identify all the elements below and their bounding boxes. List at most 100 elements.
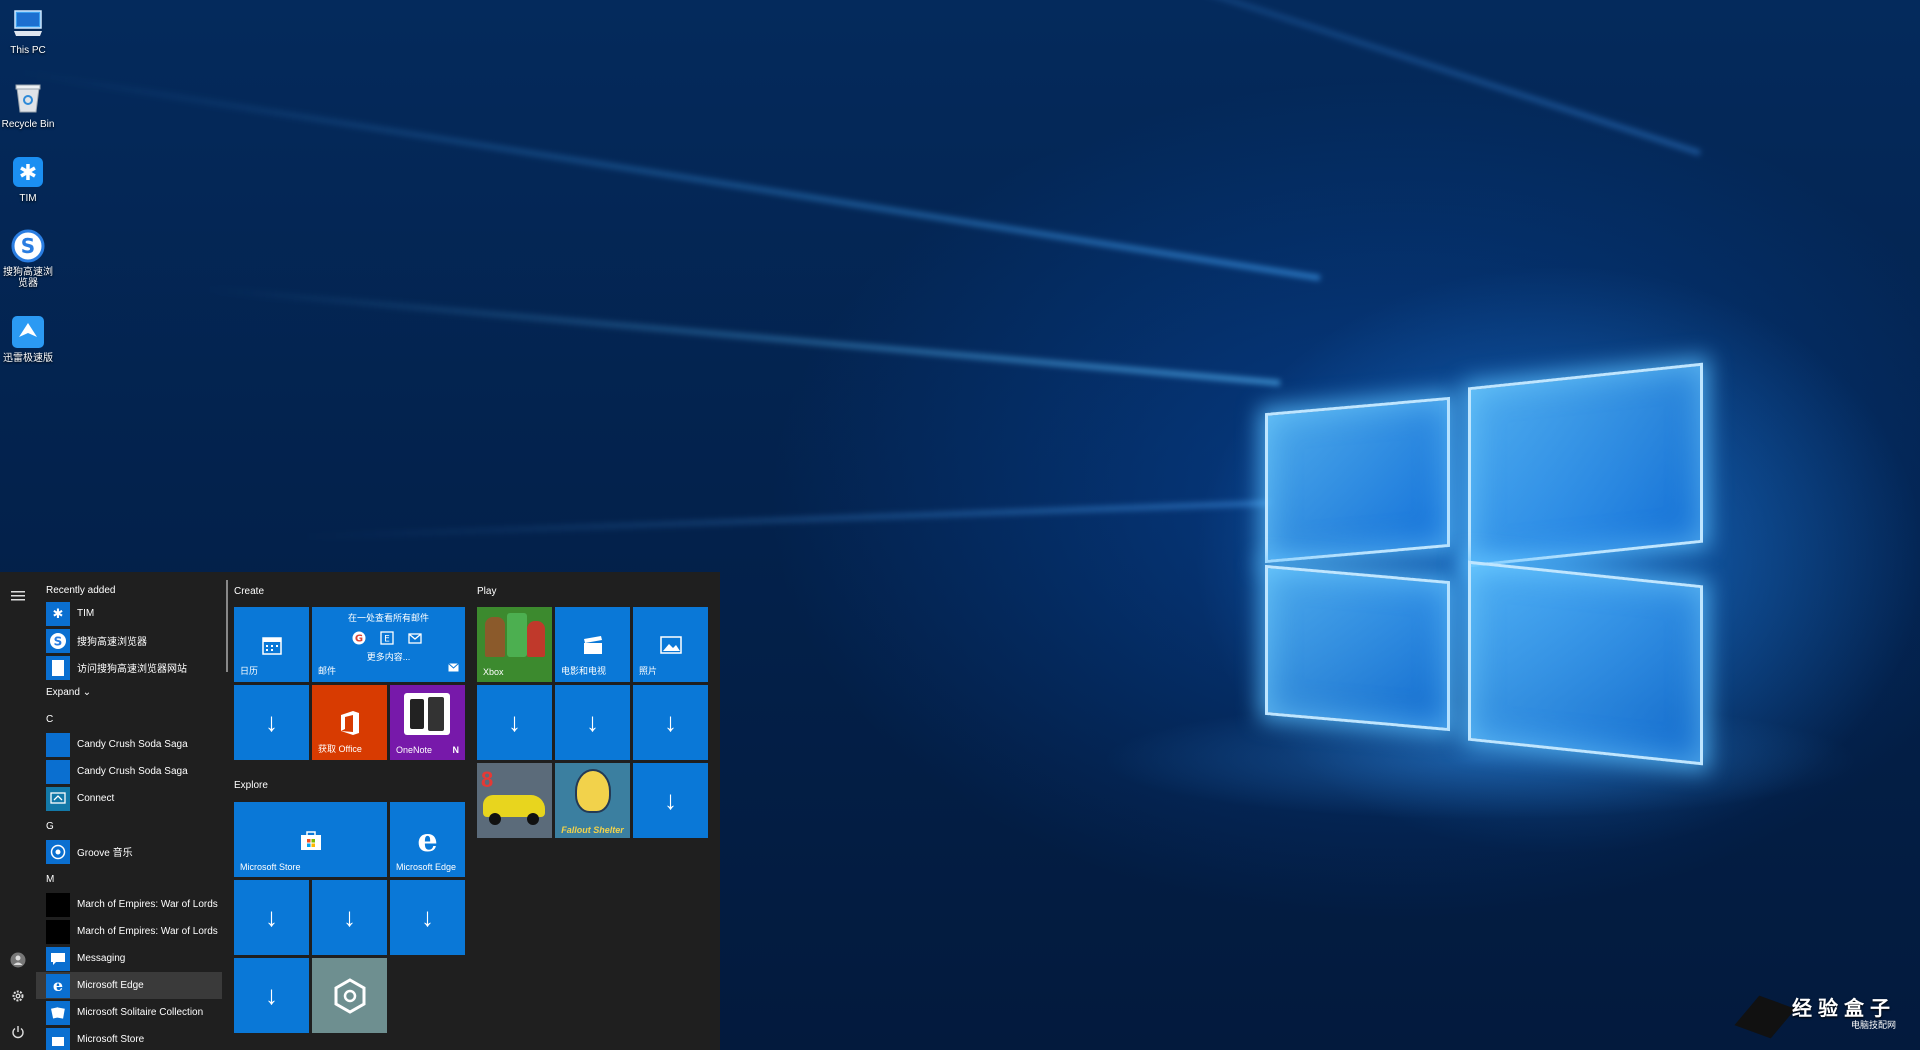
desktop-icon-this-pc[interactable]: This PC bbox=[0, 6, 56, 80]
tile-download-placeholder[interactable]: ↓ bbox=[312, 880, 387, 955]
tile-microsoft-edge[interactable]: e Microsoft Edge bbox=[390, 802, 465, 877]
download-arrow-icon: ↓ bbox=[664, 785, 677, 815]
app-label: TIM bbox=[77, 608, 95, 619]
download-arrow-icon: ↓ bbox=[586, 707, 599, 737]
logo-pane bbox=[1468, 362, 1703, 568]
tile-label: 电影和电视 bbox=[561, 666, 607, 676]
tile-mail[interactable]: 在一处查看所有邮件 G E 更多内容... 邮件 bbox=[312, 607, 465, 682]
tim-icon: ✱ bbox=[10, 154, 46, 190]
settings-gear-icon[interactable] bbox=[6, 984, 30, 1008]
tile-label: OneNote bbox=[396, 745, 433, 755]
xunlei-icon bbox=[10, 314, 46, 350]
hamburger-menu-icon[interactable] bbox=[6, 584, 30, 608]
mail-account-icons: G E bbox=[352, 631, 422, 645]
tile-label: Microsoft Store bbox=[240, 862, 301, 872]
tim-icon: ✱ bbox=[46, 601, 70, 626]
watermark-subtext: 电脑技配网 bbox=[1850, 1020, 1896, 1030]
desktop-icon-label: 迅雷极速版 bbox=[3, 353, 53, 364]
wallpaper-light-beam bbox=[15, 68, 1321, 281]
tile-download-placeholder[interactable]: ↓ bbox=[633, 763, 708, 838]
desktop-icon-sogou-browser[interactable]: S 搜狗高速浏览器 bbox=[0, 228, 56, 314]
tile-onenote[interactable]: OneNote N bbox=[390, 685, 465, 760]
app-list-item[interactable]: March of Empires: War of Lords bbox=[36, 918, 222, 945]
desktop-icon-xunlei[interactable]: 迅雷极速版 bbox=[0, 314, 56, 388]
tile-movies-tv[interactable]: 电影和电视 bbox=[555, 607, 630, 682]
tile-download-placeholder[interactable]: ↓ bbox=[633, 685, 708, 760]
xbox-character-art bbox=[527, 621, 545, 657]
user-avatar-icon[interactable] bbox=[6, 948, 30, 972]
wallpaper-light-beam bbox=[300, 500, 1271, 540]
svg-text:S: S bbox=[21, 234, 35, 258]
app-list-item[interactable]: Messaging bbox=[36, 945, 222, 972]
download-arrow-icon: ↓ bbox=[265, 902, 278, 932]
logo-pane bbox=[1265, 564, 1450, 732]
app-label: Microsoft Edge bbox=[77, 980, 144, 991]
tile-asphalt-8[interactable]: 8 bbox=[477, 763, 552, 838]
section-letter[interactable]: G bbox=[36, 812, 222, 838]
logo-pane bbox=[1265, 396, 1450, 564]
app-list-item[interactable]: March of Empires: War of Lords bbox=[36, 891, 222, 918]
app-list-item[interactable]: Candy Crush Soda Saga bbox=[36, 731, 222, 758]
app-list-item[interactable]: Groove 音乐 bbox=[36, 838, 222, 865]
solitaire-icon bbox=[46, 1000, 70, 1025]
app-list-item[interactable]: Microsoft Solitaire Collection bbox=[36, 999, 222, 1026]
tile-download-placeholder[interactable]: ↓ bbox=[390, 880, 465, 955]
app-list-item[interactable]: ✱ TIM bbox=[36, 600, 222, 627]
desktop-icon-label: This PC bbox=[10, 45, 46, 56]
section-letter[interactable]: C bbox=[36, 705, 222, 731]
tile-download-placeholder[interactable]: ↓ bbox=[234, 958, 309, 1033]
group-title-create[interactable]: Create bbox=[234, 586, 264, 597]
expand-button[interactable]: Expand ⌄ bbox=[36, 681, 222, 705]
asphalt-car-art bbox=[527, 813, 539, 825]
desktop-icon-tim[interactable]: ✱ TIM bbox=[0, 154, 56, 228]
tile-download-placeholder[interactable]: ↓ bbox=[477, 685, 552, 760]
asphalt-car-art bbox=[489, 813, 501, 825]
march-of-empires-icon bbox=[46, 919, 70, 944]
app-label: Candy Crush Soda Saga bbox=[77, 766, 188, 777]
wallpaper-light-beam bbox=[748, 0, 1701, 156]
tile-download-placeholder[interactable]: ↓ bbox=[234, 685, 309, 760]
march-of-empires-icon bbox=[46, 892, 70, 917]
xbox-character-art bbox=[485, 617, 505, 657]
tile-xbox[interactable]: Xbox bbox=[477, 607, 552, 682]
onenote-badge-icon: N bbox=[452, 745, 460, 755]
tile-calendar[interactable]: 日历 bbox=[234, 607, 309, 682]
app-list-item-selected[interactable]: e Microsoft Edge bbox=[36, 972, 222, 999]
app-list-item[interactable]: S 搜狗高速浏览器 bbox=[36, 627, 222, 654]
tile-download-placeholder[interactable]: ↓ bbox=[555, 685, 630, 760]
app-list-scrollbar[interactable] bbox=[226, 580, 228, 672]
tile-download-placeholder[interactable]: ↓ bbox=[234, 880, 309, 955]
group-title-play[interactable]: Play bbox=[477, 586, 496, 597]
tile-label: Microsoft Edge bbox=[396, 862, 457, 872]
connect-icon bbox=[46, 786, 70, 811]
watermark: 经验盒子 电脑技配网 bbox=[1734, 992, 1896, 1042]
app-label: Candy Crush Soda Saga bbox=[77, 739, 188, 750]
windows-logo-wallpaper bbox=[1265, 345, 1710, 785]
app-list-item[interactable]: 访问搜狗高速浏览器网站 bbox=[36, 654, 222, 681]
tile-hexagon-app[interactable] bbox=[312, 958, 387, 1033]
app-list-item[interactable]: Connect bbox=[36, 785, 222, 812]
desktop-icon-recycle-bin[interactable]: Recycle Bin bbox=[0, 80, 56, 154]
app-list-item[interactable]: Candy Crush Soda Saga bbox=[36, 758, 222, 785]
tile-get-office[interactable]: 获取 Office bbox=[312, 685, 387, 760]
groove-music-icon bbox=[46, 839, 70, 864]
tile-label: Xbox bbox=[483, 667, 504, 677]
power-icon[interactable] bbox=[6, 1020, 30, 1044]
mail-headline: 在一处查看所有邮件 bbox=[347, 613, 429, 623]
app-label: March of Empires: War of Lords bbox=[77, 899, 218, 910]
recycle-bin-icon bbox=[10, 80, 46, 116]
svg-text:S: S bbox=[54, 634, 63, 648]
group-title-explore[interactable]: Explore bbox=[234, 780, 268, 791]
svg-text:E: E bbox=[384, 635, 390, 645]
tile-photos[interactable]: 照片 bbox=[633, 607, 708, 682]
section-letter[interactable]: M bbox=[36, 865, 222, 891]
download-arrow-icon: ↓ bbox=[664, 707, 677, 737]
app-list-item[interactable]: Microsoft Store bbox=[36, 1026, 222, 1050]
mail-more: 更多内容... bbox=[366, 652, 411, 662]
tile-fallout-shelter[interactable]: Fallout Shelter bbox=[555, 763, 630, 838]
tile-microsoft-store[interactable]: Microsoft Store bbox=[234, 802, 387, 877]
app-label: Microsoft Store bbox=[77, 1034, 145, 1045]
candy-crush-icon bbox=[46, 732, 70, 757]
edge-icon: e bbox=[46, 973, 70, 998]
svg-text:✱: ✱ bbox=[19, 161, 37, 186]
